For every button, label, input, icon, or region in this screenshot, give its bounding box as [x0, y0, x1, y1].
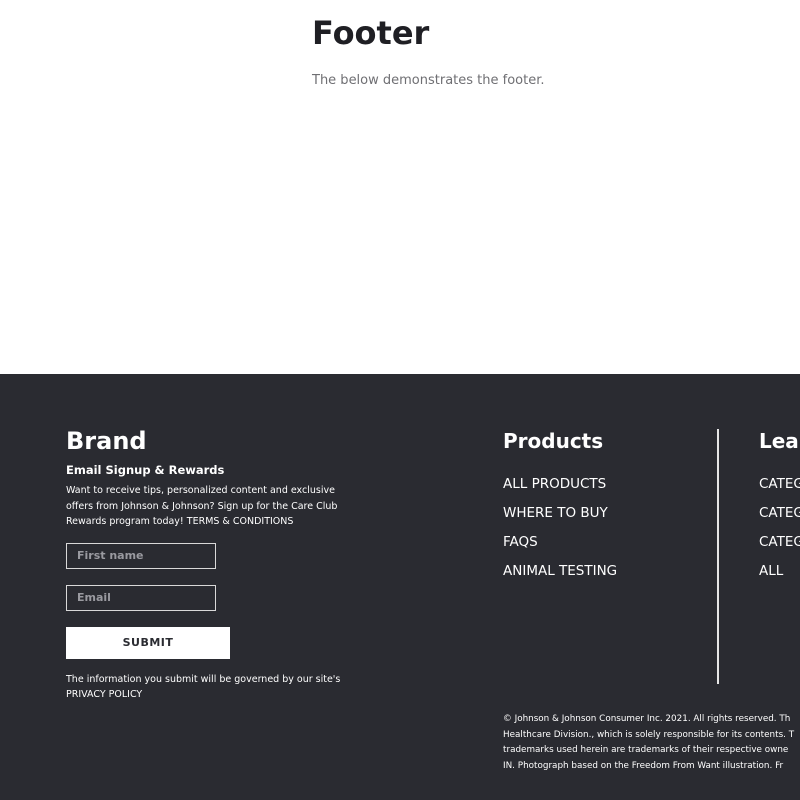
page-header: Footer The below demonstrates the footer…	[312, 12, 792, 88]
link-faqs[interactable]: FAQS	[503, 528, 703, 557]
learn-heading: Lear	[759, 429, 800, 453]
brand-column: Brand Email Signup & Rewards Want to rec…	[66, 426, 356, 703]
products-heading: Products	[503, 429, 604, 453]
column-divider	[717, 429, 719, 684]
link-animal-testing[interactable]: ANIMAL TESTING	[503, 557, 703, 586]
page-title: Footer	[312, 14, 430, 52]
privacy-notice: The information you submit will be gover…	[66, 672, 356, 703]
legal-line: IN. Photograph based on the Freedom From…	[503, 760, 784, 771]
learn-column: Lear CATEG CATEG CATEG ALL	[759, 426, 800, 586]
link-all-products[interactable]: ALL PRODUCTS	[503, 470, 703, 499]
link-category-3[interactable]: CATEG	[759, 528, 800, 557]
legal-line: Healthcare Division., which is solely re…	[503, 729, 795, 740]
site-footer: Brand Email Signup & Rewards Want to rec…	[0, 374, 800, 800]
link-category-2[interactable]: CATEG	[759, 499, 800, 528]
brand-name: Brand	[66, 427, 147, 455]
link-category-1[interactable]: CATEG	[759, 470, 800, 499]
link-where-to-buy[interactable]: WHERE TO BUY	[503, 499, 703, 528]
link-all[interactable]: ALL	[759, 557, 800, 586]
submit-button[interactable]: SUBMIT	[66, 626, 230, 659]
page-description: The below demonstrates the footer.	[312, 73, 545, 88]
legal-text: © Johnson & Johnson Consumer Inc. 2021. …	[503, 712, 800, 774]
first-name-input[interactable]	[66, 542, 216, 569]
learn-link-list: CATEG CATEG CATEG ALL	[759, 470, 800, 586]
products-link-list: ALL PRODUCTS WHERE TO BUY FAQS ANIMAL TE…	[503, 470, 703, 586]
privacy-policy-link[interactable]: PRIVACY POLICY	[66, 689, 142, 700]
signup-text: Want to receive tips, personalized conte…	[66, 483, 346, 530]
legal-line: trademarks used herein are trademarks of…	[503, 745, 789, 755]
signup-title: Email Signup & Rewards	[66, 463, 225, 477]
legal-line: © Johnson & Johnson Consumer Inc. 2021. …	[503, 714, 791, 724]
terms-link[interactable]: TERMS & CONDITIONS	[187, 516, 294, 527]
email-input[interactable]	[66, 584, 216, 611]
products-column: Products ALL PRODUCTS WHERE TO BUY FAQS …	[503, 426, 703, 586]
privacy-text: The information you submit will be gover…	[66, 673, 341, 685]
